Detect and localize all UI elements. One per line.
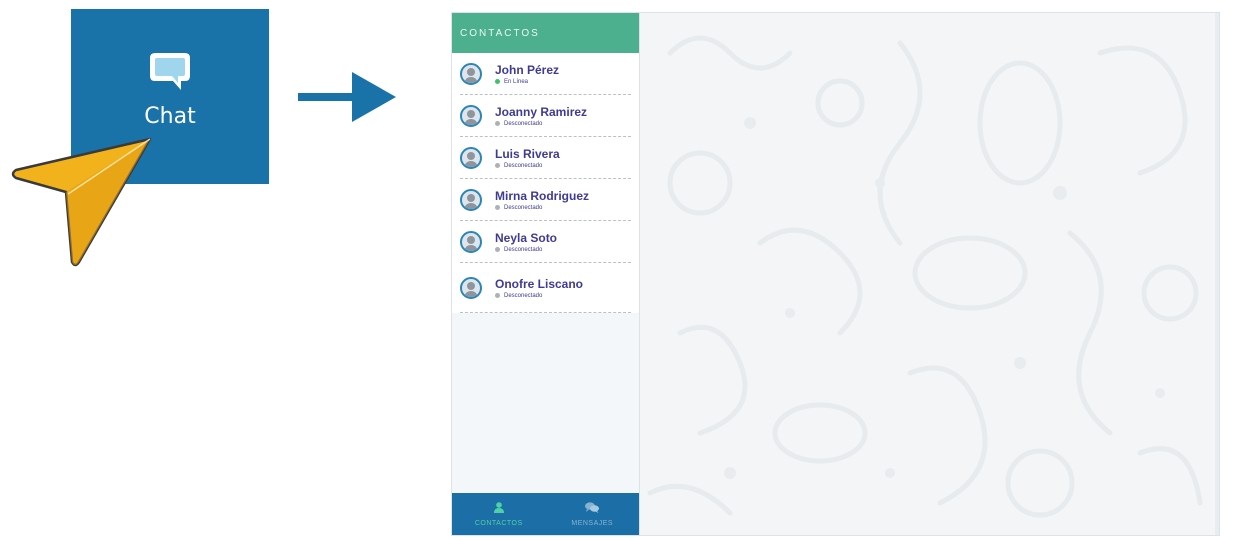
user-icon xyxy=(493,501,504,515)
status-text: Desconectado xyxy=(504,292,543,299)
tab-mensajes[interactable]: MENSAJES xyxy=(546,493,640,535)
contact-status: Desconectado xyxy=(495,293,583,299)
chat-bubbles-icon xyxy=(585,501,600,515)
right-arrow-icon xyxy=(298,72,398,129)
avatar xyxy=(460,146,482,169)
sidebar-empty-area xyxy=(452,313,639,494)
right-scroll-strip xyxy=(1215,13,1219,535)
status-dot-offline xyxy=(495,121,500,127)
speech-bubble-icon xyxy=(147,49,193,98)
status-text: Desconectado xyxy=(504,204,543,211)
contact-name: John Pérez xyxy=(495,62,560,77)
tab-label: MENSAJES xyxy=(571,519,614,527)
stage: Chat CONTACTOS John Pérez En Línea Joann… xyxy=(0,0,1235,540)
avatar xyxy=(460,188,482,211)
contact-status: En Línea xyxy=(495,79,559,85)
avatar xyxy=(460,62,482,85)
avatar xyxy=(460,104,482,127)
contact-name: Neyla Soto xyxy=(495,230,558,245)
contact-item[interactable]: Luis Rivera Desconectado xyxy=(460,137,631,180)
contact-item[interactable]: Neyla Soto Desconectado xyxy=(460,221,631,264)
contacts-sidebar: CONTACTOS John Pérez En Línea Joanny Ram… xyxy=(452,13,640,535)
contact-name: Luis Rivera xyxy=(495,146,560,161)
chat-tile-label: Chat xyxy=(144,104,196,129)
contact-name: Onofre Liscano xyxy=(495,276,584,291)
contact-name: Joanny Ramirez xyxy=(495,104,588,119)
status-text: Desconectado xyxy=(504,120,543,127)
sidebar-footer: CONTACTOS MENSAJES xyxy=(452,493,639,535)
chat-app-window: CONTACTOS John Pérez En Línea Joanny Ram… xyxy=(451,12,1220,536)
status-dot-offline xyxy=(495,293,500,299)
status-dot-offline xyxy=(495,205,500,211)
contact-status: Desconectado xyxy=(495,205,589,211)
avatar xyxy=(460,230,482,253)
status-dot-offline xyxy=(495,247,500,253)
contact-item[interactable]: Onofre Liscano Desconectado xyxy=(460,263,631,314)
contact-status: Desconectado xyxy=(495,247,557,253)
contact-status: Desconectado xyxy=(495,121,587,127)
avatar xyxy=(460,276,482,299)
pointer-arrow-icon xyxy=(8,134,158,279)
contact-name: Mirna Rodriguez xyxy=(495,188,590,203)
sidebar-header: CONTACTOS xyxy=(452,13,639,54)
status-text: En Línea xyxy=(504,78,529,85)
contact-list: John Pérez En Línea Joanny Ramirez Desco xyxy=(452,53,639,314)
tab-contactos[interactable]: CONTACTOS xyxy=(452,493,546,535)
chat-area xyxy=(640,13,1219,535)
background-doodle-pattern xyxy=(647,35,1203,518)
status-text: Desconectado xyxy=(504,246,543,253)
contact-item[interactable]: Joanny Ramirez Desconectado xyxy=(460,95,631,138)
contact-status: Desconectado xyxy=(495,163,560,169)
tab-label: CONTACTOS xyxy=(474,519,523,527)
status-text: Desconectado xyxy=(504,162,543,169)
status-dot-online xyxy=(495,79,500,85)
contact-item[interactable]: Mirna Rodriguez Desconectado xyxy=(460,179,631,222)
status-dot-offline xyxy=(495,163,500,169)
contact-item[interactable]: John Pérez En Línea xyxy=(460,53,631,96)
